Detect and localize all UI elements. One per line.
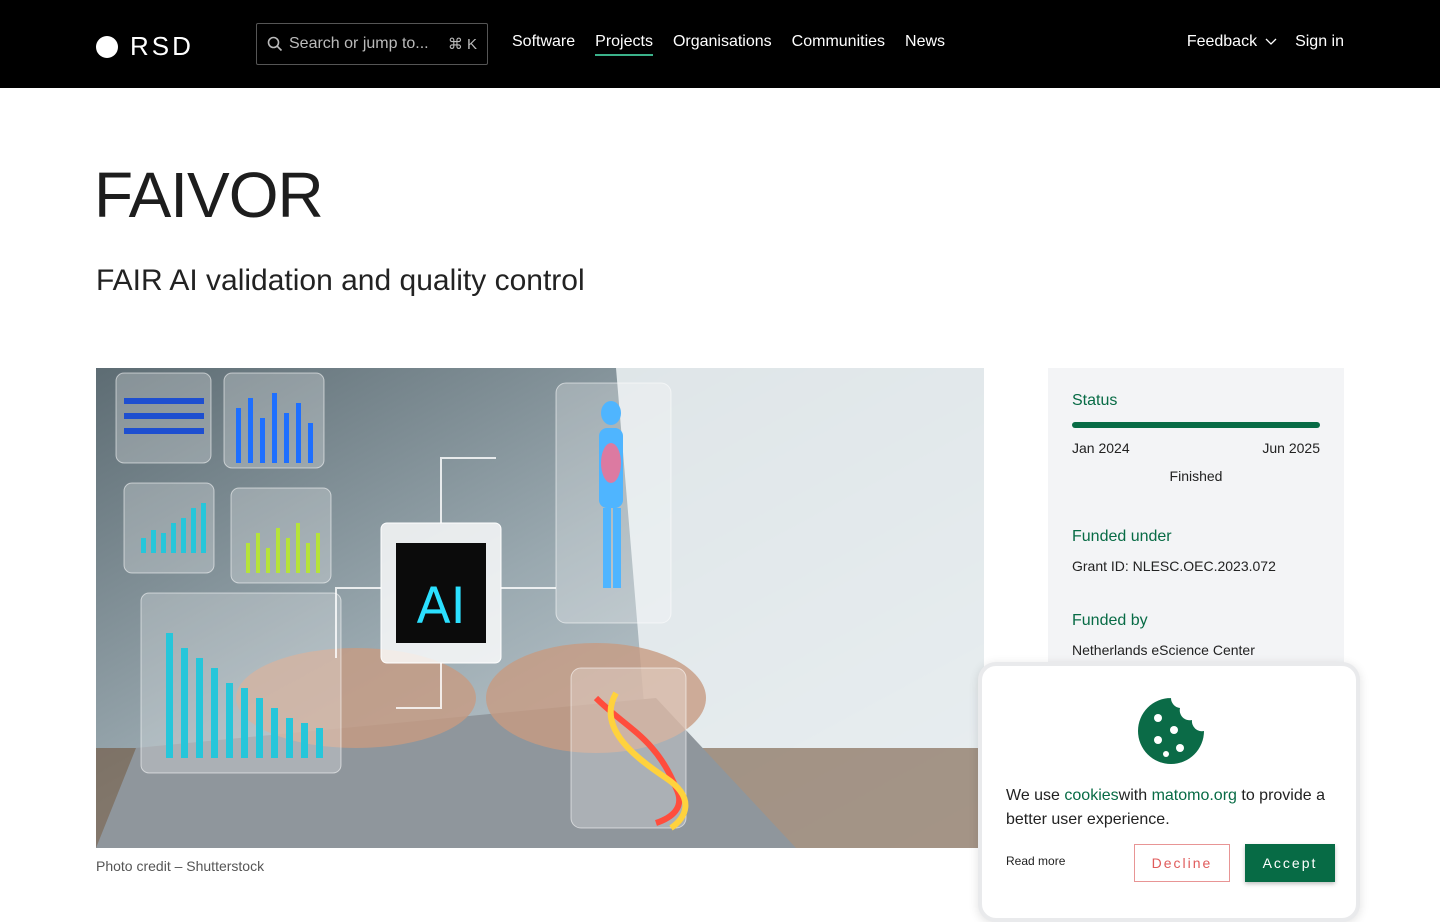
signin-link[interactable]: Sign in	[1295, 33, 1344, 51]
accept-button[interactable]: Accept	[1245, 844, 1335, 882]
cookie-message: We use cookieswith matomo.org to provide…	[1006, 784, 1346, 832]
funded-by-heading: Funded by	[1072, 612, 1148, 629]
ai-chip-medical-illustration-icon: AI	[96, 368, 984, 848]
feedback-menu[interactable]: Feedback	[1187, 33, 1277, 51]
nav-organisations[interactable]: Organisations	[673, 33, 772, 56]
user-nav: Feedback Sign in	[1187, 33, 1344, 51]
search-input[interactable]: Search or jump to... ⌘ K	[256, 23, 488, 65]
funded-under-section: Funded under Grant ID: NLESC.OEC.2023.07…	[1072, 528, 1276, 574]
nav-communities[interactable]: Communities	[792, 33, 885, 56]
svg-text:AI: AI	[417, 577, 466, 635]
end-date: Jun 2025	[1262, 440, 1320, 456]
feedback-label: Feedback	[1186, 33, 1258, 50]
status-text: Finished	[1169, 468, 1223, 484]
main-nav: Software Projects Organisations Communit…	[512, 33, 945, 56]
chevron-down-icon	[1265, 38, 1277, 45]
matomo-link[interactable]: matomo.org	[1152, 787, 1237, 804]
grant-id: Grant ID: NLESC.OEC.2023.072	[1072, 558, 1276, 574]
search-placeholder: Search or jump to...	[289, 35, 429, 52]
page-subtitle: FAIR AI validation and quality control	[96, 264, 585, 297]
rsd-logo[interactable]: RSD	[96, 31, 194, 62]
nav-software[interactable]: Software	[512, 33, 575, 56]
cookie-consent-banner: We use cookieswith matomo.org to provide…	[978, 662, 1360, 922]
status-heading: Status	[1072, 392, 1118, 409]
top-navigation-bar: RSD Search or jump to... ⌘ K Software Pr…	[0, 0, 1440, 88]
search-icon	[267, 36, 283, 52]
logo-circle-icon	[96, 35, 118, 58]
image-credit: Photo credit – Shutterstock	[96, 858, 265, 874]
funder-name[interactable]: Netherlands eScience Center	[1072, 642, 1255, 658]
cookie-text-2: with	[1118, 787, 1152, 804]
nav-news[interactable]: News	[905, 33, 945, 56]
cookie-text-1: We use	[1006, 787, 1065, 804]
funded-under-heading: Funded under	[1072, 528, 1172, 545]
decline-button[interactable]: Decline	[1134, 844, 1230, 882]
page-title: FAIVOR	[94, 159, 324, 231]
search-shortcut: ⌘ K	[447, 36, 477, 53]
cookie-icon	[1138, 698, 1204, 764]
read-more-link[interactable]: Read more	[1006, 854, 1065, 868]
status-progress-bar	[1072, 422, 1320, 428]
status-dates: Jan 2024 Jun 2025	[1072, 440, 1320, 456]
funded-by-section: Funded by Netherlands eScience Center	[1072, 612, 1255, 658]
logo-text: RSD	[130, 31, 194, 61]
nav-projects[interactable]: Projects	[595, 33, 653, 56]
cookies-link[interactable]: cookies	[1064, 787, 1118, 804]
start-date: Jan 2024	[1072, 440, 1130, 456]
project-image: AI	[96, 368, 984, 848]
